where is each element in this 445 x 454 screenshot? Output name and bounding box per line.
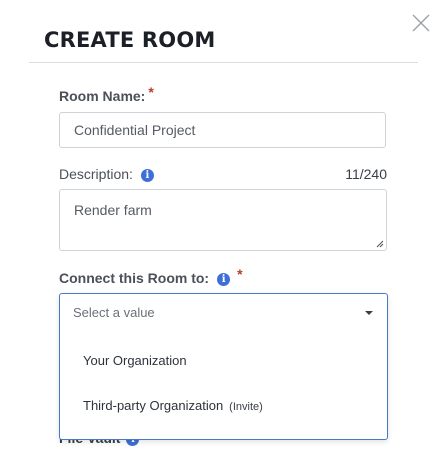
- caret-down-icon[interactable]: [365, 311, 373, 315]
- option-third-party-organization[interactable]: Third-party Organization (Invite): [60, 387, 387, 425]
- select-placeholder: Select a value: [73, 305, 155, 320]
- description-label: Description:: [59, 166, 133, 182]
- dialog-title: CREATE ROOM: [44, 28, 216, 52]
- required-mark: *: [237, 266, 243, 282]
- option-note: (Invite): [229, 401, 263, 413]
- connect-label-row: Connect this Room to: i *: [59, 266, 243, 286]
- connect-label: Connect this Room to:: [59, 270, 210, 286]
- description-label-row: Description: i: [59, 166, 154, 182]
- room-name-label-row: Room Name: *: [59, 84, 154, 104]
- description-textarea[interactable]: Render farm: [59, 189, 387, 251]
- resize-handle-icon[interactable]: [376, 240, 384, 248]
- room-name-input[interactable]: Confidential Project: [59, 112, 386, 148]
- info-icon[interactable]: i: [140, 169, 154, 182]
- connect-select[interactable]: Select a value Your Organization Third-p…: [59, 293, 388, 440]
- option-label: Your Organization: [83, 353, 187, 368]
- close-icon[interactable]: [410, 12, 432, 34]
- description-counter: 11/240: [345, 166, 387, 182]
- room-name-value: Confidential Project: [74, 122, 196, 138]
- description-value: Render farm: [74, 202, 152, 218]
- option-your-organization[interactable]: Your Organization: [60, 342, 387, 380]
- required-mark: *: [148, 84, 154, 100]
- info-icon[interactable]: i: [217, 273, 231, 286]
- title-divider: [29, 62, 418, 63]
- option-label: Third-party Organization: [83, 398, 224, 413]
- select-trigger[interactable]: Select a value: [60, 294, 387, 332]
- room-name-label: Room Name:: [59, 88, 146, 104]
